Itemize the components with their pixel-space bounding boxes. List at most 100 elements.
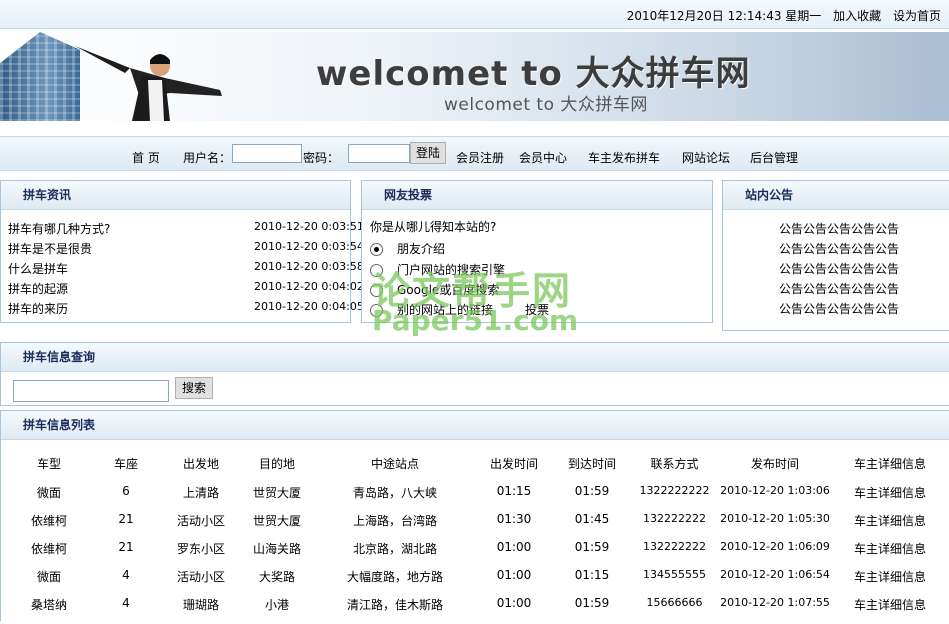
current-datetime: 2010年12月20日 12:14:43 星期一 [626, 9, 822, 23]
site-banner: welcomet to 大众拼车网 welcomet to 大众拼车网 [0, 32, 949, 121]
login-button[interactable]: 登陆 [410, 142, 446, 164]
news-item[interactable]: 拼车有哪几种方式? 2010-12-20 0:03:51 [8, 220, 364, 240]
news-item-date: 2010-12-20 0:04:02 [254, 280, 364, 293]
poll-panel-title: 网友投票 [362, 181, 712, 210]
col-stops: 中途站点 [370, 457, 419, 471]
cell-arrive-time: 01:45 [574, 512, 610, 526]
table-row: 桑塔纳 4 珊瑚路 小港 清江路，佳木斯路 01:00 01:59 15666666 2010-… [1, 596, 949, 624]
col-departure: 出发地 [182, 457, 219, 471]
radio-icon[interactable] [370, 284, 383, 297]
cell-publish-time: 2010-12-20 1:07:55 [720, 596, 830, 609]
nav-forum[interactable]: 网站论坛 [682, 149, 730, 166]
news-panel: 拼车资讯 拼车有哪几种方式? 2010-12-20 0:03:51 拼车是不是很… [0, 180, 364, 323]
poll-option-label: Google或百度搜索 [397, 283, 500, 297]
cell-destination: 小港 [264, 598, 289, 612]
cell-owner-detail[interactable]: 车主详细信息 [847, 596, 933, 613]
cell-contact: 15666666 [646, 596, 703, 609]
poll-option[interactable]: 别的网站上的链接 [370, 301, 493, 318]
radio-icon[interactable] [370, 264, 383, 277]
col-owner-detail: 车主详细信息 [853, 457, 926, 471]
news-item[interactable]: 拼车的来历 2010-12-20 0:04:05 [8, 300, 364, 320]
add-favorite-link[interactable]: 加入收藏 [833, 9, 881, 23]
nav-admin[interactable]: 后台管理 [750, 149, 798, 166]
search-input[interactable] [13, 380, 169, 402]
cell-car-type: 依维柯 [30, 542, 67, 556]
cell-stops: 上海路，台湾路 [352, 514, 437, 528]
cell-seats: 21 [118, 540, 134, 554]
news-item-title[interactable]: 什么是拼车 [8, 262, 68, 276]
cell-car-type: 依维柯 [30, 514, 67, 528]
cell-stops: 北京路，湖北路 [352, 542, 437, 556]
username-label: 用户名： [183, 151, 232, 165]
poll-panel: 网友投票 你是从哪儿得知本站的? 朋友介绍 门户网站的搜索引擎 Google或百… [361, 180, 713, 323]
password-input[interactable] [348, 144, 410, 163]
table-row: 微面 4 活动小区 大奖路 大幅度路，地方路 01:00 01:15 134555555 201… [1, 568, 949, 596]
notice-item[interactable]: 公告公告公告公告公告 [779, 300, 899, 317]
building-graphic [0, 32, 80, 121]
vote-button[interactable]: 投票 [525, 301, 549, 318]
news-item-title[interactable]: 拼车的起源 [8, 282, 68, 296]
cell-arrive-time: 01:59 [574, 540, 610, 554]
businessman-graphic [75, 46, 222, 121]
cell-departure: 上清路 [182, 486, 219, 500]
nav-member-center[interactable]: 会员中心 [519, 149, 567, 166]
poll-option[interactable]: 门户网站的搜索引擎 [370, 261, 505, 278]
col-publish-time: 发布时间 [750, 457, 799, 471]
poll-option-label: 别的网站上的链接 [397, 303, 494, 317]
cell-stops: 大幅度路，地方路 [346, 570, 443, 584]
radio-selected-icon[interactable] [370, 243, 383, 256]
search-button[interactable]: 搜索 [175, 377, 213, 399]
news-item[interactable]: 拼车的起源 2010-12-20 0:04:02 [8, 280, 364, 300]
cell-contact: 132222222 [643, 512, 706, 525]
cell-publish-time: 2010-12-20 1:03:06 [720, 484, 830, 497]
cell-seats: 6 [122, 484, 130, 498]
cell-depart-time: 01:15 [496, 484, 532, 498]
search-panel-title: 拼车信息查询 [1, 343, 949, 372]
cell-depart-time: 01:30 [496, 512, 532, 526]
radio-icon[interactable] [370, 304, 383, 317]
notice-panel-title: 站内公告 [723, 181, 949, 210]
table-row: 微面 6 上清路 世贸大厦 青岛路，八大峡 01:15 01:59 1322222222 201… [1, 484, 949, 512]
listing-panel: 拼车信息列表 车型 车座 出发地 目的地 中途站点 出发时间 到达时间 联系方式… [0, 410, 949, 621]
news-panel-title: 拼车资讯 [1, 181, 350, 210]
cell-seats: 21 [118, 512, 134, 526]
cell-destination: 世贸大厦 [252, 514, 301, 528]
set-homepage-link[interactable]: 设为首页 [893, 9, 941, 23]
col-arrive-time: 到达时间 [567, 457, 616, 471]
cell-destination: 大奖路 [258, 570, 295, 584]
nav-publish-ride[interactable]: 车主发布拼车 [588, 149, 660, 166]
notice-item[interactable]: 公告公告公告公告公告 [779, 260, 899, 277]
poll-option[interactable]: 朋友介绍 [370, 240, 445, 257]
poll-question: 你是从哪儿得知本站的? [370, 220, 497, 234]
cell-publish-time: 2010-12-20 1:06:09 [720, 540, 830, 553]
col-destination: 目的地 [258, 457, 295, 471]
news-item-date: 2010-12-20 0:03:51 [254, 220, 364, 233]
news-item[interactable]: 拼车是不是很贵 2010-12-20 0:03:54 [8, 240, 364, 260]
cell-owner-detail[interactable]: 车主详细信息 [847, 568, 933, 585]
news-item-title[interactable]: 拼车有哪几种方式? [8, 222, 110, 236]
notice-item[interactable]: 公告公告公告公告公告 [779, 240, 899, 257]
nav-home[interactable]: 首 页 [132, 149, 160, 166]
cell-owner-detail[interactable]: 车主详细信息 [847, 540, 933, 557]
poll-option[interactable]: Google或百度搜索 [370, 281, 499, 298]
username-input[interactable] [232, 144, 302, 163]
nav-register[interactable]: 会员注册 [456, 149, 504, 166]
banner-title-large: welcomet to 大众拼车网 [316, 54, 751, 94]
cell-departure: 罗东小区 [176, 542, 225, 556]
cell-car-type: 微面 [36, 570, 61, 584]
poll-option-label: 门户网站的搜索引擎 [397, 263, 506, 277]
news-item-title[interactable]: 拼车的来历 [8, 302, 68, 316]
table-row: 依维柯 21 罗东小区 山海关路 北京路，湖北路 01:00 01:59 132222222 2… [1, 540, 949, 568]
cell-depart-time: 01:00 [496, 596, 532, 610]
col-contact: 联系方式 [650, 457, 699, 471]
col-depart-time: 出发时间 [489, 457, 538, 471]
cell-publish-time: 2010-12-20 1:05:30 [720, 512, 830, 525]
notice-item[interactable]: 公告公告公告公告公告 [779, 280, 899, 297]
cell-arrive-time: 01:59 [574, 596, 610, 610]
listing-table-header: 车型 车座 出发地 目的地 中途站点 出发时间 到达时间 联系方式 发布时间 车… [1, 455, 949, 483]
news-item-title[interactable]: 拼车是不是很贵 [8, 242, 92, 256]
notice-item[interactable]: 公告公告公告公告公告 [779, 220, 899, 237]
cell-owner-detail[interactable]: 车主详细信息 [847, 512, 933, 529]
news-item[interactable]: 什么是拼车 2010-12-20 0:03:58 [8, 260, 364, 280]
cell-owner-detail[interactable]: 车主详细信息 [847, 484, 933, 501]
